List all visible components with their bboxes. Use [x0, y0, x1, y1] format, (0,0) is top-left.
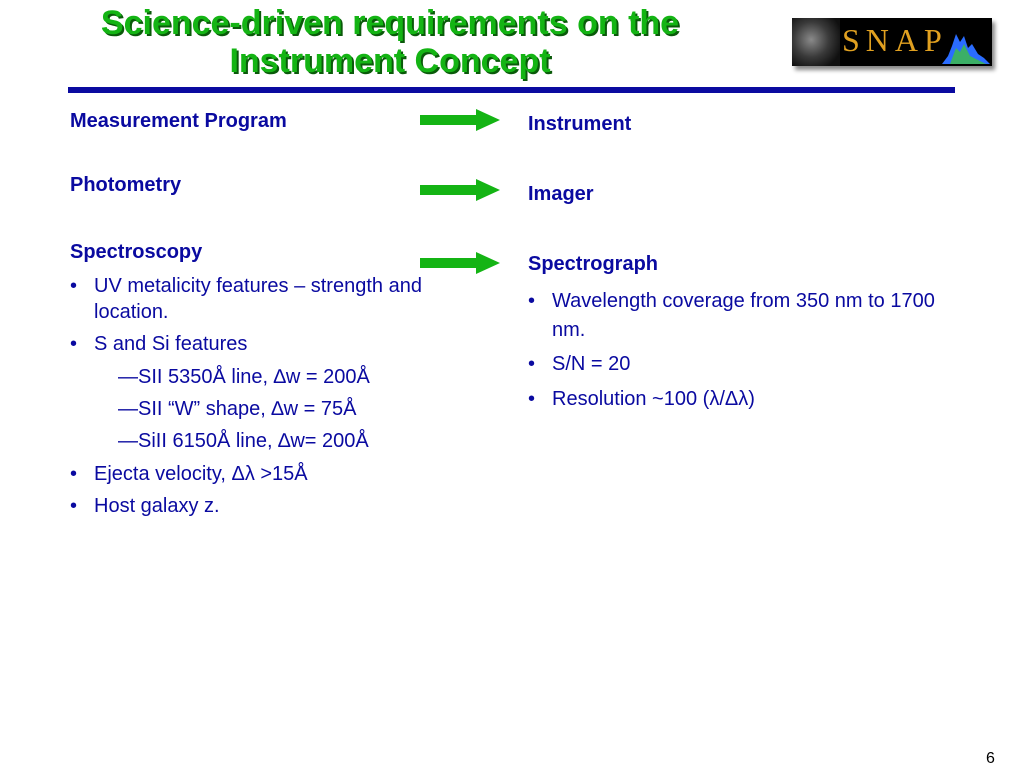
snap-logo: SNAP	[792, 18, 992, 66]
list-item: • S and Si features	[70, 331, 460, 357]
imager-heading: Imager	[528, 183, 594, 205]
bullet-dot: •	[70, 463, 78, 485]
title-line-2: Instrument Concept	[229, 42, 551, 80]
bullet-dot: •	[70, 333, 78, 355]
list-item: • UV metalicity features – strength and …	[70, 273, 460, 325]
bullet-text: S/N = 20	[552, 353, 631, 375]
list-item: • S/N = 20	[528, 351, 968, 377]
bullet-text: UV metalicity features – strength and lo…	[94, 275, 422, 323]
list-item: • Ejecta velocity, Δλ >15Å	[70, 461, 460, 487]
instrument-heading: Instrument	[528, 113, 632, 135]
bullet-text: S and Si features	[94, 333, 248, 355]
bullet-text: Resolution ~100 (λ/Δλ)	[552, 388, 755, 410]
bullet-text: Ejecta velocity, Δλ >15Å	[94, 463, 308, 485]
arrow-right-icon	[420, 179, 500, 201]
bullet-dot: •	[70, 495, 78, 517]
spectrum-icon	[942, 34, 990, 64]
arrow-right-icon	[420, 252, 500, 274]
sub-item: —SiII 6150Å line, ∆w= 200Å	[118, 430, 369, 452]
slide-title: Science-driven requirements on the Instr…	[40, 4, 740, 80]
bullet-text: Wavelength coverage from 350 nm to 1700 …	[552, 290, 935, 341]
list-item: • Host galaxy z.	[70, 493, 460, 519]
title-line-1: Science-driven requirements on the	[100, 4, 680, 42]
bullet-dot: •	[528, 388, 536, 410]
measurement-program-heading: Measurement Program	[70, 110, 287, 132]
snap-logo-icon	[792, 18, 840, 66]
sub-item: —SII “W” shape, ∆w = 75Å	[118, 398, 357, 420]
title-rule	[68, 87, 955, 93]
bullet-text: Host galaxy z.	[94, 495, 220, 517]
sub-item: —SII 5350Å line, ∆w = 200Å	[118, 366, 370, 388]
bullet-dot: •	[528, 353, 536, 375]
list-item: • Wavelength coverage from 350 nm to 170…	[528, 287, 968, 345]
page-number: 6	[986, 750, 995, 767]
list-item: • Resolution ~100 (λ/Δλ)	[528, 386, 968, 412]
photometry-heading: Photometry	[70, 174, 182, 196]
arrow-right-icon	[420, 109, 500, 131]
spectroscopy-heading: Spectroscopy	[70, 241, 203, 263]
logo-text: SNAP	[842, 22, 948, 58]
bullet-dot: •	[528, 290, 536, 312]
spectrograph-heading: Spectrograph	[528, 253, 659, 275]
bullet-dot: •	[70, 275, 78, 297]
